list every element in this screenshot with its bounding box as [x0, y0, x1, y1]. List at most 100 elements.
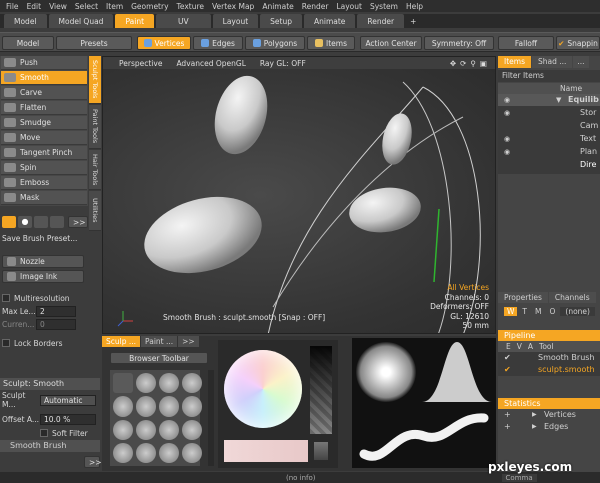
- preset-scrollbar[interactable]: [208, 370, 214, 466]
- offset-field[interactable]: 10.0 %: [40, 413, 96, 425]
- tab-render[interactable]: Render: [357, 14, 405, 28]
- tool-smudge[interactable]: Smudge: [1, 116, 87, 130]
- preset-brush-icon[interactable]: [113, 419, 133, 440]
- model-button[interactable]: Model: [2, 36, 54, 50]
- edges-button[interactable]: Edges: [193, 36, 243, 50]
- eye-icon[interactable]: ◉: [504, 148, 510, 156]
- expand-triangle-icon[interactable]: ▼: [556, 96, 561, 104]
- snapping-button[interactable]: ✔ Snappin: [556, 36, 600, 50]
- stat-row-edges[interactable]: + ▶ Edges: [498, 421, 600, 433]
- preset-brush-icon[interactable]: [136, 442, 156, 463]
- plus-icon[interactable]: +: [504, 409, 511, 421]
- current-color-swatch[interactable]: [314, 442, 328, 460]
- filter-items-field[interactable]: Filter Items: [498, 70, 600, 82]
- command-field[interactable]: Comma: [501, 473, 537, 482]
- tab-setup[interactable]: Setup: [260, 14, 302, 28]
- menu-edit[interactable]: Edit: [27, 2, 42, 11]
- tab-layout[interactable]: Layout: [212, 14, 259, 28]
- expand-triangle-icon[interactable]: ▶: [532, 409, 537, 421]
- tab-channels[interactable]: Channels: [548, 292, 596, 303]
- menu-render[interactable]: Render: [302, 2, 329, 11]
- preset-brush-icon[interactable]: [182, 373, 202, 394]
- menu-vertex-map[interactable]: Vertex Map: [212, 2, 254, 11]
- tool-carve[interactable]: Carve: [1, 86, 87, 100]
- menu-view[interactable]: View: [49, 2, 67, 11]
- color-swatch-bar[interactable]: [224, 440, 308, 462]
- toggle-m[interactable]: M: [532, 307, 544, 316]
- menu-animate[interactable]: Animate: [262, 2, 293, 11]
- preset-brush-icon[interactable]: [182, 442, 202, 463]
- toggle-w[interactable]: W: [504, 307, 518, 316]
- symmetry-dropdown[interactable]: Symmetry: Off: [424, 36, 494, 50]
- tree-row-text[interactable]: Text: [498, 133, 600, 145]
- tab-sculpt-presets[interactable]: Sculp ...: [102, 336, 141, 347]
- toggle-o[interactable]: O: [547, 307, 559, 316]
- polygons-button[interactable]: Polygons: [245, 36, 305, 50]
- menu-help[interactable]: Help: [406, 2, 423, 11]
- tab-paint[interactable]: Paint: [115, 14, 155, 28]
- tab-model[interactable]: Model: [4, 14, 47, 28]
- tab-uv[interactable]: UV: [156, 14, 211, 28]
- brush-square-button[interactable]: [50, 216, 64, 228]
- menu-item[interactable]: Item: [106, 2, 123, 11]
- tool-emboss[interactable]: Emboss: [1, 176, 87, 190]
- tab-add[interactable]: +: [406, 14, 421, 28]
- tool-flatten[interactable]: Flatten: [1, 101, 87, 115]
- tool-mask[interactable]: Mask: [1, 191, 87, 205]
- menu-select[interactable]: Select: [75, 2, 98, 11]
- pipeline-row-smooth-brush[interactable]: ✔ Smooth Brush: [498, 352, 600, 364]
- preset-brush-icon[interactable]: [159, 373, 179, 394]
- toggle-t[interactable]: T: [519, 307, 530, 316]
- nozzle-button[interactable]: Nozzle: [2, 255, 84, 268]
- expand-triangle-icon[interactable]: ▶: [532, 421, 537, 433]
- tool-spin[interactable]: Spin: [1, 161, 87, 175]
- vtab-sculpt-tools[interactable]: Sculpt Tools: [89, 56, 101, 104]
- tab-properties[interactable]: Properties: [498, 292, 548, 303]
- menu-texture[interactable]: Texture: [177, 2, 204, 11]
- tree-row-camera[interactable]: Cam: [498, 120, 600, 132]
- tool-push[interactable]: Push: [1, 56, 87, 70]
- tree-row-plane[interactable]: Plan: [498, 146, 600, 158]
- preset-brush-icon[interactable]: [113, 442, 133, 463]
- presets-button[interactable]: Presets: [56, 36, 132, 50]
- preset-brush-icon[interactable]: [159, 396, 179, 417]
- max-level-field[interactable]: 2: [36, 305, 76, 317]
- eye-icon[interactable]: ◉: [504, 96, 510, 104]
- smooth-brush-more-button[interactable]: >>: [84, 456, 102, 468]
- current-level-field[interactable]: 0: [36, 318, 76, 330]
- tool-smooth[interactable]: Smooth: [1, 71, 87, 85]
- tab-shader[interactable]: Shad ...: [531, 56, 573, 68]
- 3d-viewport[interactable]: Perspective Advanced OpenGL Ray GL: OFF …: [102, 56, 496, 334]
- soft-filter-checkbox[interactable]: [40, 429, 48, 437]
- preset-brush-icon[interactable]: [182, 419, 202, 440]
- brush-dot-button[interactable]: ●: [18, 216, 32, 228]
- browser-toolbar-button[interactable]: Browser Toolbar: [110, 352, 208, 364]
- check-icon[interactable]: ✔: [504, 364, 511, 376]
- alpha-slider[interactable]: [310, 346, 332, 434]
- preset-grid-icon[interactable]: [113, 373, 133, 394]
- color-wheel[interactable]: [224, 350, 302, 428]
- brush-more-button[interactable]: >>: [68, 216, 88, 228]
- preset-brush-icon[interactable]: [159, 419, 179, 440]
- vertices-button[interactable]: Vertices: [137, 36, 191, 50]
- eye-icon[interactable]: ◉: [504, 135, 510, 143]
- lock-borders-checkbox[interactable]: [2, 339, 10, 347]
- stat-row-vertices[interactable]: + ▶ Vertices: [498, 409, 600, 421]
- check-icon[interactable]: ✔: [504, 352, 511, 364]
- brush-circle-button[interactable]: [2, 216, 16, 228]
- action-center-dropdown[interactable]: Action Center: [360, 36, 422, 50]
- menu-file[interactable]: File: [6, 2, 19, 11]
- vtab-paint-tools[interactable]: Paint Tools: [89, 105, 101, 149]
- multiresolution-checkbox[interactable]: [2, 294, 10, 302]
- image-ink-button[interactable]: Image Ink: [2, 270, 84, 283]
- tool-move[interactable]: Move: [1, 131, 87, 145]
- preset-brush-icon[interactable]: [182, 396, 202, 417]
- menu-geometry[interactable]: Geometry: [131, 2, 168, 11]
- tab-paint-presets[interactable]: Paint ...: [141, 336, 178, 347]
- brush-stroke-button[interactable]: [34, 216, 48, 228]
- wtm-none-dropdown[interactable]: (none): [560, 307, 595, 316]
- preset-brush-icon[interactable]: [159, 442, 179, 463]
- menu-system[interactable]: System: [370, 2, 398, 11]
- tab-model-quad[interactable]: Model Quad: [48, 14, 114, 28]
- save-brush-preset-button[interactable]: Save Brush Preset...: [2, 234, 86, 243]
